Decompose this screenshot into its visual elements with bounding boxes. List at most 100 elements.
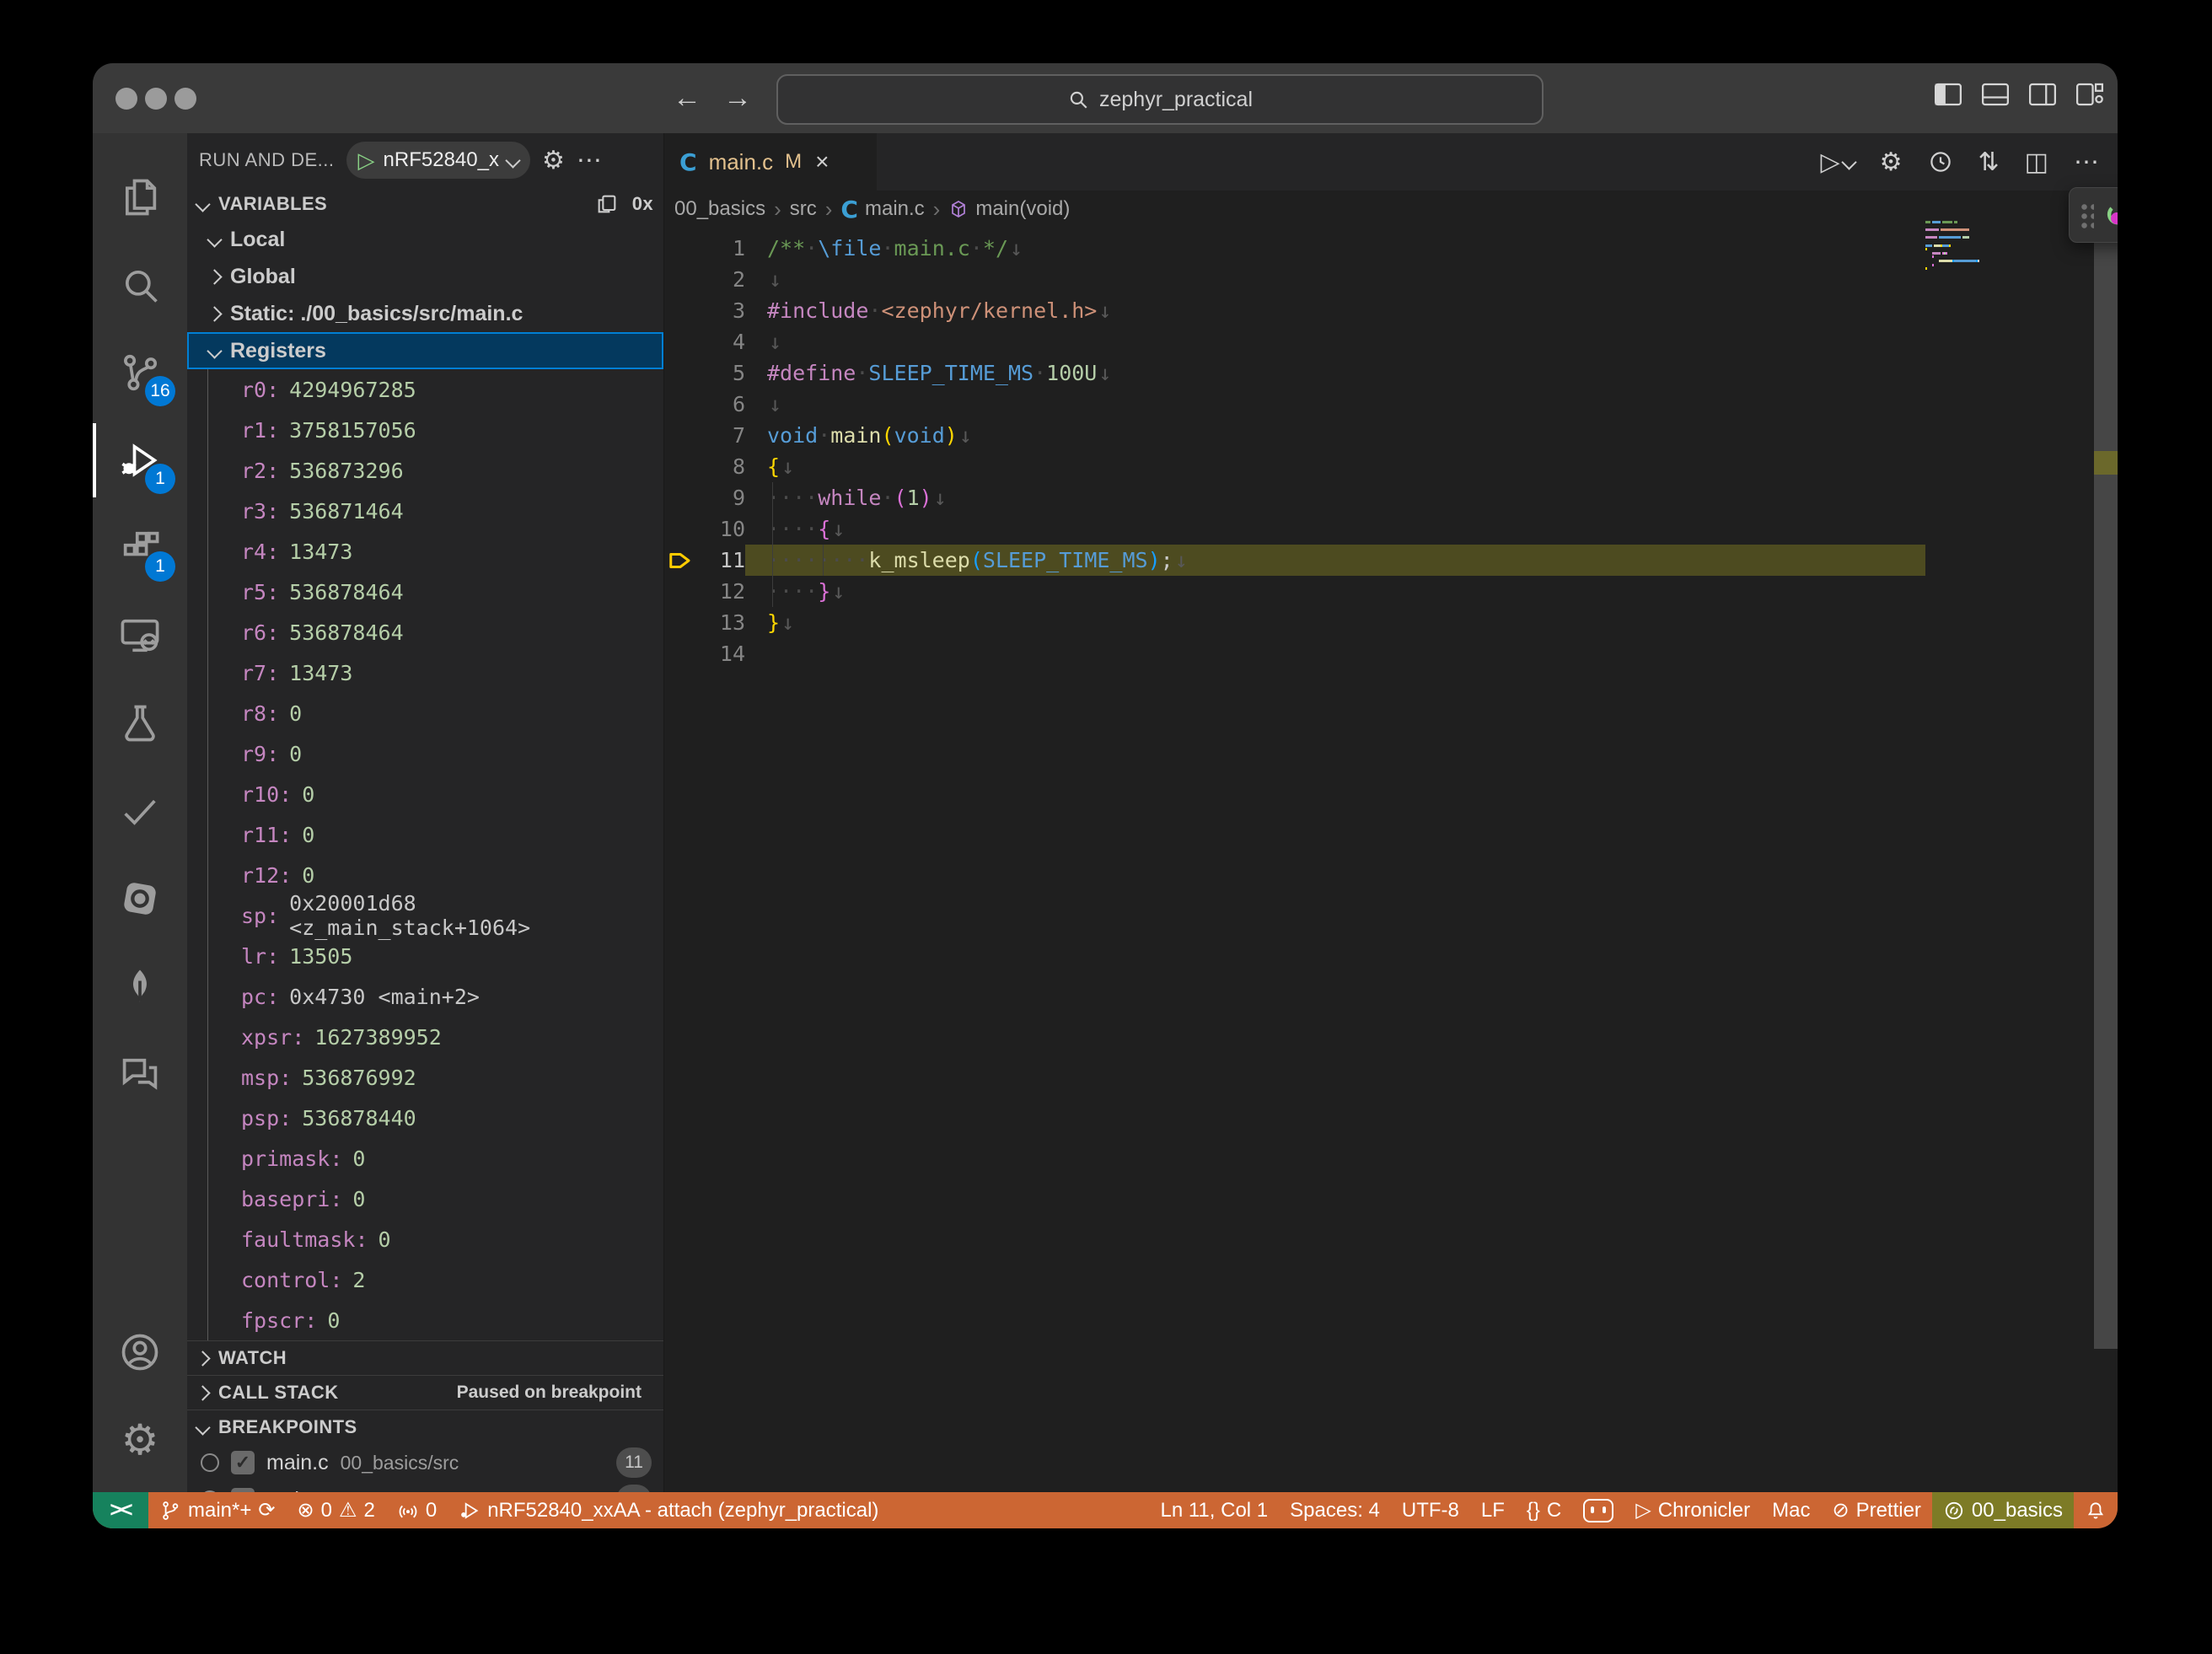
variables-section-header[interactable]: VARIABLES 0x [187,187,663,221]
status-item-problems[interactable]: ⊗0⚠2 [286,1492,385,1528]
reset-device-button[interactable]: ↺ [2101,196,2118,234]
code-line-7[interactable]: 7void·main(void)↓ [664,420,1925,451]
activity-bar-item-platformio[interactable] [93,855,187,942]
register-row-msp[interactable]: msp:536876992 [187,1057,663,1098]
scope-row-local[interactable]: Local [187,221,663,258]
register-row-psp[interactable]: psp:536878440 [187,1098,663,1138]
status-item-eol-sequence[interactable]: LF [1470,1492,1516,1528]
register-row-fpscr[interactable]: fpscr:0 [187,1300,663,1340]
timeline-history-icon[interactable] [1928,149,1953,175]
status-item-ports[interactable]: 0 [386,1492,448,1528]
status-item-encoding[interactable]: UTF-8 [1391,1492,1470,1528]
navigate-back-icon[interactable]: ← [673,78,701,117]
toolbar-drag-handle-icon[interactable] [2078,201,2094,229]
code-line-9[interactable]: 9····while·(1)↓ [664,482,1925,513]
toggle-primary-sidebar-icon[interactable] [1934,82,1962,107]
code-area[interactable]: 1/**·\file·main.c·*/↓2↓3#include·<zephyr… [664,228,1925,1492]
close-tab-icon[interactable]: × [815,148,829,175]
register-row-lr[interactable]: lr:13505 [187,936,663,976]
status-item-git-branch[interactable]: main*+⟳ [148,1492,286,1528]
status-item-prettier[interactable]: ⊘Prettier [1821,1492,1931,1528]
register-row-r10[interactable]: r10:0 [187,774,663,814]
activity-bar-item-mongodb-leaf[interactable] [93,942,187,1030]
line-content[interactable]: /**·\file·main.c·*/↓ [745,233,1925,264]
register-row-primask[interactable]: primask:0 [187,1138,663,1179]
activity-bar-item-account[interactable] [93,1308,187,1396]
traffic-light-zoom[interactable] [174,88,196,110]
launch-configuration-dropdown[interactable]: ▷ nRF52840_x [346,142,530,179]
code-line-6[interactable]: 6↓ [664,389,1925,420]
code-line-2[interactable]: 2↓ [664,264,1925,295]
line-content[interactable]: void·main(void)↓ [745,420,1925,451]
line-content[interactable]: #include·<zephyr/kernel.h>↓ [745,295,1925,326]
scope-row-global[interactable]: Global [187,258,663,295]
register-row-xpsr[interactable]: xpsr:1627389952 [187,1017,663,1057]
register-row-r1[interactable]: r1:3758157056 [187,410,663,450]
breadcrumb-item[interactable]: main(void) [948,197,1070,221]
navigate-forward-icon[interactable]: → [723,78,752,117]
scope-row-registers[interactable]: Registers [187,332,663,369]
activity-bar-item-testing-beaker[interactable] [93,679,187,767]
tab-main-c[interactable]: C main.c M × [664,133,877,191]
register-row-sp[interactable]: sp:0x20001d68 <z_main_stack+1064> [187,895,663,936]
compare-changes-icon[interactable]: ⇅ [1978,148,2000,177]
breakpoint-checkbox[interactable]: ✓ [231,1451,255,1474]
breadcrumb-item[interactable]: src [790,197,817,221]
vertical-scrollbar[interactable] [2094,217,2118,1349]
activity-bar-item-comments[interactable] [93,1030,187,1118]
activity-bar-item-search[interactable] [93,241,187,329]
line-content[interactable]: ↓ [745,264,1925,295]
toggle-panel-icon[interactable] [1981,82,2010,107]
register-row-faultmask[interactable]: faultmask:0 [187,1219,663,1259]
call-stack-section-header[interactable]: CALL STACK Paused on breakpoint [187,1375,663,1410]
line-content[interactable]: ····}↓ [745,576,1925,607]
command-center-search[interactable]: zephyr_practical [776,74,1544,125]
customize-layout-icon[interactable] [2075,82,2104,107]
editor-gear-icon[interactable]: ⚙ [1880,148,1903,177]
register-row-r6[interactable]: r6:536878464 [187,612,663,652]
register-row-r0[interactable]: r0:4294967285 [187,369,663,410]
code-line-14[interactable]: 14 [664,638,1925,669]
watch-section-header[interactable]: WATCH [187,1340,663,1375]
code-line-5[interactable]: 5#define·SLEEP_TIME_MS·100U↓ [664,357,1925,389]
status-item-indentation[interactable]: Spaces: 4 [1279,1492,1391,1528]
register-row-r11[interactable]: r11:0 [187,814,663,855]
line-content[interactable]: ········k_msleep(SLEEP_TIME_MS);↓ [745,545,1925,576]
status-item-notifications-bell[interactable] [2074,1492,2118,1528]
copy-value-icon[interactable] [595,192,619,216]
line-content[interactable]: ↓ [745,389,1925,420]
status-item-debug-target[interactable]: nRF52840_xxAA - attach (zephyr_practical… [448,1492,889,1528]
line-content[interactable]: ↓ [745,326,1925,357]
register-row-r7[interactable]: r7:13473 [187,652,663,693]
activity-bar-item-remote-explorer[interactable] [93,592,187,679]
activity-bar-item-checkmark-tool[interactable] [93,767,187,855]
status-item-chronicler[interactable]: ▷Chronicler [1624,1492,1761,1528]
activity-bar-item-extensions[interactable]: 1 [93,504,187,592]
line-content[interactable]: {↓ [745,451,1925,482]
register-row-r9[interactable]: r9:0 [187,733,663,774]
activity-bar-item-explorer[interactable] [93,153,187,241]
code-line-3[interactable]: 3#include·<zephyr/kernel.h>↓ [664,295,1925,326]
remote-indicator[interactable]: >< [93,1492,148,1528]
split-editor-icon[interactable]: ◫ [2025,148,2048,177]
register-row-r8[interactable]: r8:0 [187,693,663,733]
code-line-10[interactable]: 10····{↓ [664,513,1925,545]
register-row-r2[interactable]: r2:536873296 [187,450,663,491]
activity-bar-item-settings[interactable]: ⚙ [93,1396,187,1484]
line-content[interactable]: ····while·(1)↓ [745,482,1925,513]
start-debugging-icon[interactable]: ▷ [358,148,375,174]
traffic-light-minimize[interactable] [145,88,167,110]
line-content[interactable]: }↓ [745,607,1925,638]
scope-row-static-00-basics-src-main-c[interactable]: Static: ./00_basics/src/main.c [187,295,663,332]
breadcrumb-item[interactable]: Cmain.c [840,196,924,223]
status-item-platformio-env[interactable]: 00_basics [1932,1492,2074,1528]
run-or-debug-button[interactable]: ▷ [1821,148,1855,177]
hex-format-button[interactable]: 0x [632,193,653,215]
register-row-pc[interactable]: pc:0x4730 <main+2> [187,976,663,1017]
code-line-1[interactable]: 1/**·\file·main.c·*/↓ [664,233,1925,264]
status-item-language-mode[interactable]: {}C [1516,1492,1572,1528]
code-line-12[interactable]: 12····}↓ [664,576,1925,607]
register-row-r3[interactable]: r3:536871464 [187,491,663,531]
traffic-light-close[interactable] [115,88,137,110]
register-row-r4[interactable]: r4:13473 [187,531,663,572]
